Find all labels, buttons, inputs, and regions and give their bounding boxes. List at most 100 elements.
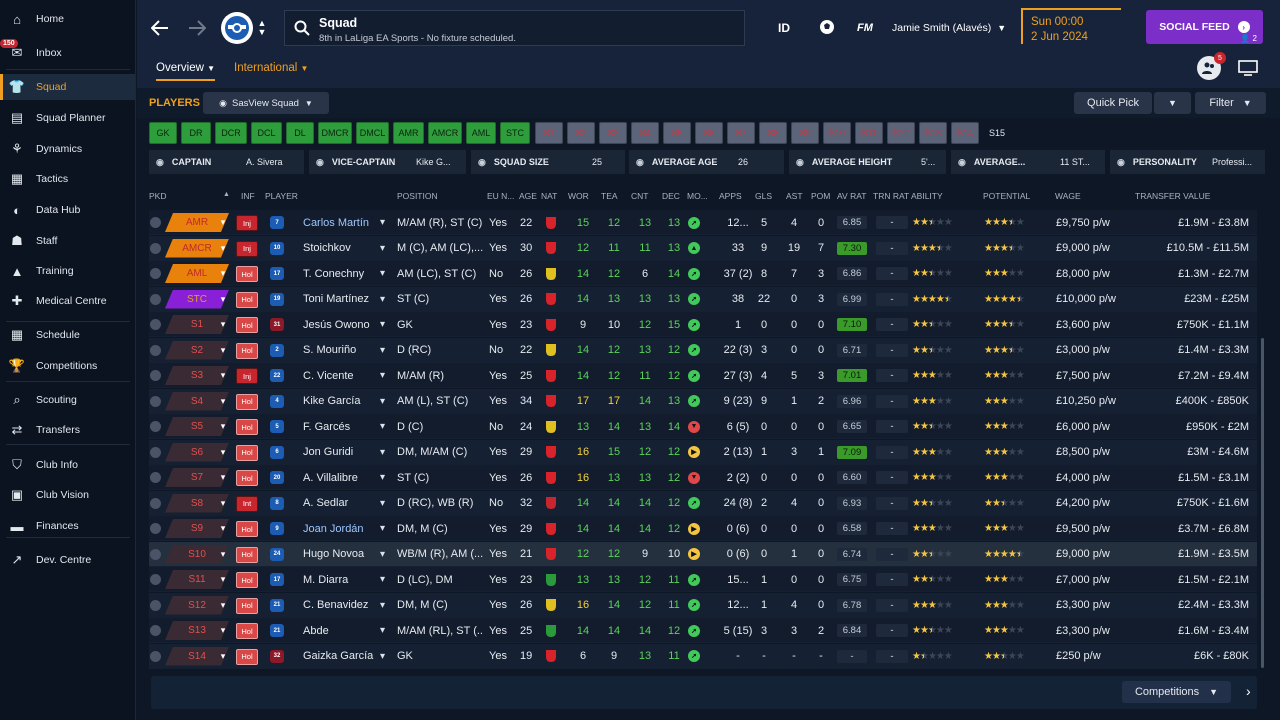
chevron-down-icon[interactable]: ▾ [217,443,229,462]
chevron-down-icon[interactable]: ▾ [217,621,229,640]
sidebar-item-schedule[interactable]: ▦ Schedule [0,322,135,348]
table-scrollbar[interactable] [1261,338,1264,668]
info-captain[interactable]: ◉ CAPTAIN A. Sivera [149,150,304,174]
select-circle[interactable] [150,650,161,662]
player-name[interactable]: T. Conechny [303,261,383,286]
table-row[interactable]: AMCR ▾ Inj 10 Stoichkov ▾ M (C), AM (LC),... Ye… [149,235,1257,261]
select-circle[interactable] [150,293,161,305]
sidebar-item-competitions[interactable]: 🏆 Competitions [0,353,135,379]
column-header-ast[interactable]: AST [786,191,803,201]
chevron-down-icon[interactable]: ▾ [380,210,385,235]
position-chip-s9[interactable]: S9 [791,122,819,144]
chevron-down-icon[interactable]: ▾ [380,567,385,592]
chevron-down-icon[interactable]: ▾ [217,366,229,385]
sidebar-item-squad-planner[interactable]: ▤ Squad Planner [0,105,135,131]
table-row[interactable]: S3 ▾ Inj 22 C. Vicente ▾ M/AM (R) Yes 25 14 12 11 12… [149,363,1257,388]
chevron-down-icon[interactable]: ▾ [380,618,385,643]
sidebar-item-transfers[interactable]: ⇄ Transfers [0,417,135,443]
position-chip-dmcr[interactable]: DMCR [318,122,352,144]
table-row[interactable]: S5 ▾ Hol 5 F. Garcés ▾ D (C) No 24 13 14 13 14 ▼ 6 (5)… [149,414,1257,439]
select-circle[interactable] [150,523,161,534]
table-row[interactable]: S6 ▾ Hol 6 Jon Guridi ▾ DM, M/AM (C) Yes 29 16 15 1… [149,439,1257,465]
sidebar-item-medical-centre[interactable]: ✚ Medical Centre [0,288,135,314]
competitions-dropdown[interactable]: Competitions ▼ [1122,681,1231,703]
player-name[interactable]: S. Mouriño [303,338,383,363]
column-header-gls[interactable]: GLS [755,191,772,201]
column-header-eu-n[interactable]: EU N... [487,191,514,201]
table-row[interactable]: S10 ▾ Hol 24 Hugo Novoa ▾ WB/M (R), AM (... Yes… [149,541,1257,567]
chevron-down-icon[interactable]: ▾ [380,593,385,618]
info-squad-size[interactable]: ◉ SQUAD SIZE 25 [471,150,625,174]
column-header-apps[interactable]: APPS [719,191,742,201]
sidebar-item-tactics[interactable]: ▦ Tactics [0,166,135,192]
select-circle[interactable] [150,599,161,611]
chevron-down-icon[interactable]: ▾ [380,287,385,312]
chevron-down-icon[interactable]: ▾ [380,542,385,567]
club-switch-chevrons[interactable]: ▲ ▼ [256,16,268,40]
column-header-nat[interactable]: NAT [541,191,557,201]
quick-pick-button[interactable]: Quick Pick [1074,92,1152,114]
back-button[interactable] [147,16,173,40]
chevron-down-icon[interactable]: ▾ [217,468,229,487]
tab-international[interactable]: International ▼ [234,62,308,74]
position-chip-dr[interactable]: DR [181,122,211,144]
position-chip-s11[interactable]: S11 [855,122,883,144]
select-circle[interactable] [150,344,161,356]
select-circle[interactable] [150,395,161,407]
sidebar-item-club-vision[interactable]: ▣ Club Vision [0,482,135,508]
position-chip-s2[interactable]: S2 [567,122,595,144]
position-chip-s12[interactable]: S12 [887,122,915,144]
position-chip-s6[interactable]: S6 [695,122,723,144]
table-row[interactable]: S9 ▾ Hol 9 Joan Jordán ▾ DM, M (C) Yes 29 14 14 14 1… [149,516,1257,541]
player-name[interactable]: Carlos Martín [303,210,383,235]
select-circle[interactable] [150,548,161,560]
player-name[interactable]: A. Sedlar [303,491,383,516]
manager-dropdown[interactable]: Jamie Smith (Alavés) ▼ [892,16,1010,40]
football-icon[interactable] [816,16,838,38]
player-name[interactable]: Hugo Novoa [303,542,383,567]
tab-overview[interactable]: Overview ▼ [156,62,216,81]
info-average-age[interactable]: ◉ AVERAGE AGE 26 [629,150,784,174]
chevron-down-icon[interactable]: ▾ [380,440,385,465]
position-chip-s4[interactable]: S4 [631,122,659,144]
column-header-tea[interactable]: TEA [601,191,618,201]
player-name[interactable]: F. Garcés [303,414,383,439]
id-button[interactable]: ID [770,16,798,40]
position-chip-s1[interactable]: S1 [535,122,563,144]
chevron-right-icon[interactable]: › [1246,683,1251,699]
table-row[interactable]: S12 ▾ Hol 21 C. Benavidez ▾ DM, M (C) Yes 26 16 14… [149,592,1257,618]
sidebar-item-home[interactable]: ⌂ Home [0,6,135,32]
position-chip-s15[interactable]: S15 [983,122,1011,144]
chevron-down-icon[interactable]: ▾ [380,389,385,414]
chevron-down-icon[interactable]: ▾ [217,519,229,538]
position-chip-s5[interactable]: S5 [663,122,691,144]
column-header-inf[interactable]: INF [241,191,255,201]
select-circle[interactable] [150,574,161,585]
chevron-down-icon[interactable]: ▾ [380,338,385,363]
fm-button[interactable]: FM [852,16,878,40]
filter-button[interactable]: Filter ▼ [1195,92,1266,114]
table-row[interactable]: S14 ▾ Hol 32 Gaizka García ▾ GK Yes 19 6 9 13 11 ➚ - - -… [149,643,1257,669]
player-name[interactable]: C. Benavidez [303,593,383,618]
position-chip-s8[interactable]: S8 [759,122,787,144]
sidebar-item-dynamics[interactable]: ⚘ Dynamics [0,136,135,162]
view-dropdown[interactable]: ◉ SasView Squad ▼ [203,92,329,114]
position-chip-stc[interactable]: STC [500,122,530,144]
table-row[interactable]: S11 ▾ Hol 17 M. Diarra ▾ D (LC), DM Yes 23 13 13 12… [149,567,1257,592]
position-chip-s3[interactable]: S3 [599,122,627,144]
table-row[interactable]: S1 ▾ Hol 31 Jesús Owono ▾ GK Yes 23 9 10 12 15 ➚ 1 0 0 0 7… [149,312,1257,337]
chevron-down-icon[interactable]: ▾ [380,465,385,490]
player-name[interactable]: Jon Guridi [303,440,383,465]
player-name[interactable]: Stoichkov [303,236,383,261]
chevron-down-icon[interactable]: ▾ [217,647,229,666]
sidebar-item-staff[interactable]: ☗ Staff [0,228,135,254]
social-feed-button[interactable]: SOCIAL FEED › 👤 2 [1146,10,1263,44]
table-row[interactable]: STC ▾ Hol 19 Toni Martínez ▾ ST (C) Yes 26 14 13 13… [149,286,1257,312]
select-circle[interactable] [150,242,161,254]
player-name[interactable]: Joan Jordán [303,516,383,541]
info-average-height[interactable]: ◉ AVERAGE HEIGHT 5'... [789,150,946,174]
column-header-position[interactable]: POSITION [397,191,438,201]
player-name[interactable]: C. Vicente [303,363,383,388]
chevron-down-icon[interactable]: ▾ [217,341,229,360]
position-chip-dmcl[interactable]: DMCL [356,122,389,144]
